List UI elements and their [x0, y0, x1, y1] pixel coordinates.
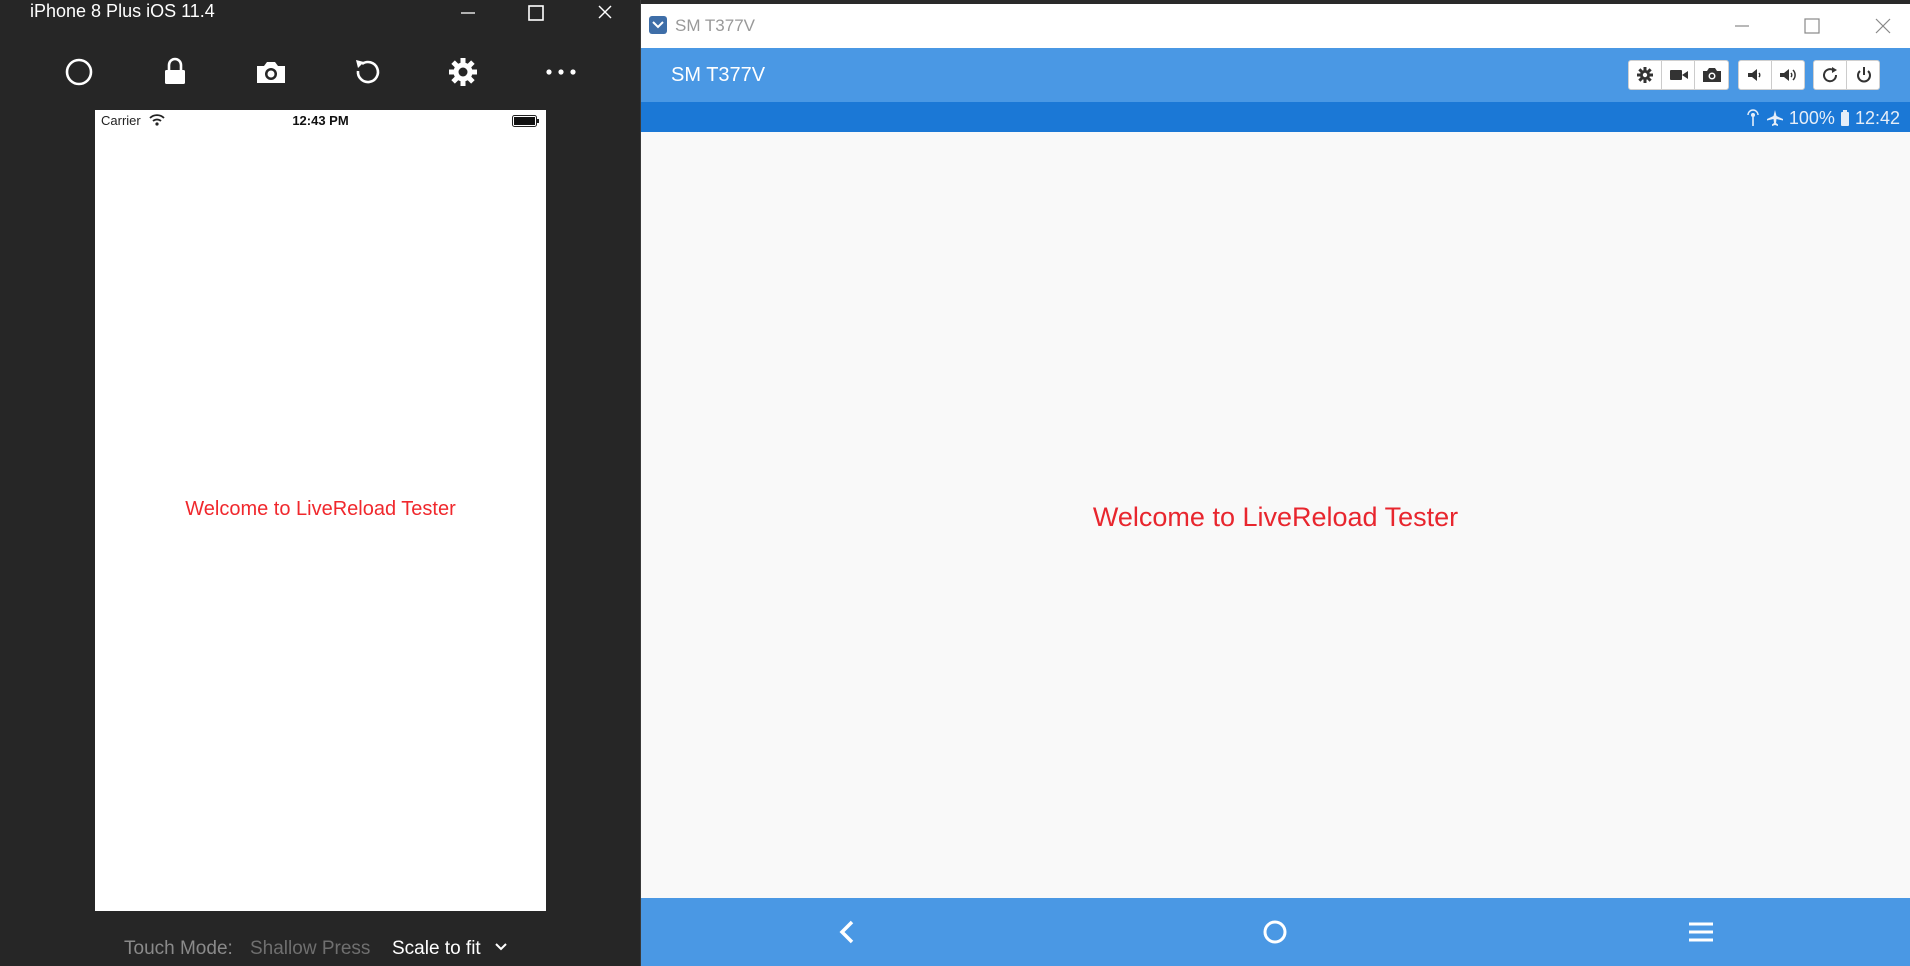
- touch-mode-value[interactable]: Shallow Press: [250, 938, 370, 960]
- camera-icon: [257, 62, 285, 83]
- android-welcome-label: Welcome to LiveReload Tester: [1092, 502, 1459, 532]
- ios-status-time: 12:43 PM: [292, 113, 349, 128]
- maximize-icon: [1804, 18, 1820, 34]
- android-title-bar[interactable]: SM T377V: [641, 4, 1910, 49]
- power-button[interactable]: [1847, 61, 1880, 89]
- android-window-title: SM T377V: [675, 16, 756, 35]
- gear-icon: [449, 58, 477, 86]
- hotspot-icon: [1747, 109, 1759, 127]
- maximize-button[interactable]: [1789, 4, 1835, 48]
- status-icons: 100% 12:42: [1745, 107, 1900, 128]
- power-icon: [1857, 67, 1871, 83]
- volume-down-icon: [1748, 69, 1761, 81]
- video-camera-icon: [1670, 70, 1688, 80]
- power-controls: [1813, 60, 1880, 90]
- more-icon: [546, 69, 576, 75]
- camera-icon: [1703, 68, 1721, 82]
- android-emulator-window: SM T377V SM T377V 100% 12:42 Welcome to …: [641, 4, 1910, 966]
- airplane-icon: [1766, 110, 1783, 127]
- volume-down-button[interactable]: [1739, 61, 1772, 89]
- lock-icon: [165, 57, 185, 84]
- volume-up-icon: [1780, 69, 1796, 81]
- scale-dropdown[interactable]: Scale to fit: [392, 938, 481, 960]
- menu-icon: [1689, 922, 1713, 942]
- menu-button[interactable]: [1679, 912, 1723, 952]
- minimize-button[interactable]: [1719, 4, 1765, 48]
- close-icon: [598, 5, 612, 19]
- ios-footer-bar: Touch Mode: Shallow Press Scale to fit: [0, 936, 640, 962]
- android-status-bar: 100% 12:42: [641, 102, 1910, 132]
- android-status-time: 12:42: [1854, 107, 1900, 128]
- home-button[interactable]: [55, 50, 103, 94]
- device-name-label: SM T377V: [671, 64, 766, 86]
- screenshot-button[interactable]: [1695, 61, 1728, 89]
- ios-welcome-label: Welcome to LiveReload Tester: [185, 498, 456, 520]
- home-circle-icon: [65, 58, 93, 86]
- more-button[interactable]: [537, 50, 585, 94]
- rotate-button[interactable]: [343, 50, 391, 94]
- record-video-button[interactable]: [1662, 61, 1695, 89]
- touch-mode-label: Touch Mode:: [124, 938, 233, 959]
- back-icon: [839, 920, 854, 944]
- maximize-button[interactable]: [513, 0, 559, 28]
- back-button[interactable]: [825, 912, 869, 952]
- settings-button[interactable]: [439, 50, 487, 94]
- ios-title-bar[interactable]: iPhone 8 Plus iOS 11.4: [0, 0, 640, 28]
- gear-icon: [1637, 67, 1653, 83]
- battery-icon: [512, 115, 539, 127]
- settings-button[interactable]: [1629, 61, 1662, 89]
- rotate-icon: [356, 60, 380, 84]
- battery-percent: 100%: [1788, 107, 1835, 128]
- android-nav-bar: [641, 898, 1910, 966]
- volume-up-button[interactable]: [1772, 61, 1805, 89]
- home-icon: [1263, 920, 1287, 944]
- emulator-app-icon: [649, 16, 667, 34]
- close-button[interactable]: [1859, 4, 1905, 48]
- rotate-icon: [1823, 67, 1838, 83]
- battery-icon: [1840, 110, 1849, 127]
- ios-device-screen[interactable]: Carrier 12:43 PM Welcome to LiveReload T…: [95, 110, 546, 911]
- android-app-bar: SM T377V: [641, 48, 1910, 102]
- android-device-screen[interactable]: Welcome to LiveReload Tester: [641, 132, 1910, 898]
- close-icon: [1875, 18, 1891, 34]
- ios-window-title: iPhone 8 Plus iOS 11.4: [30, 1, 215, 21]
- home-button[interactable]: [1253, 912, 1297, 952]
- chevron-down-icon[interactable]: [494, 942, 508, 952]
- lock-button[interactable]: [151, 50, 199, 94]
- close-button[interactable]: [582, 0, 628, 28]
- rotate-button[interactable]: [1814, 61, 1847, 89]
- minimize-button[interactable]: [445, 0, 491, 28]
- capture-controls: [1628, 60, 1729, 90]
- volume-controls: [1738, 60, 1805, 90]
- maximize-icon: [528, 5, 544, 21]
- minimize-icon: [461, 12, 475, 14]
- ios-toolbar: [0, 50, 640, 94]
- minimize-icon: [1735, 25, 1749, 27]
- ios-simulator-window: iPhone 8 Plus iOS 11.4 Carrier 12:43 PM …: [0, 0, 641, 966]
- screenshot-button[interactable]: [247, 50, 295, 94]
